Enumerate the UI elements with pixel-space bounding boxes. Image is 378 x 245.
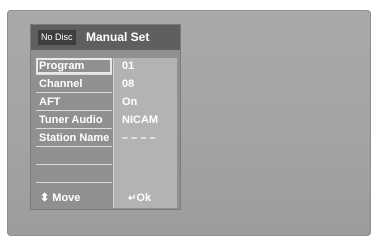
menu-item-empty-2 [36,166,112,183]
menu-header: No Disc Manual Set [31,25,180,50]
menu-title: Manual Set [86,30,150,44]
up-down-arrow-icon: ⬍ [40,192,50,204]
channel-value: 08 [122,78,135,90]
menu-body: Program Channel AFT Tuner Audio Station … [36,58,177,208]
menu-item-channel[interactable]: Channel [36,76,112,93]
aft-value: On [122,96,138,108]
values-panel: 01 08 On NICAM – – – – [113,58,177,208]
move-hint: ⬍ Move [40,191,80,205]
menu-item-program[interactable]: Program [36,58,112,75]
menu-labels: Program Channel AFT Tuner Audio Station … [36,58,112,189]
ok-label: Ok [136,192,152,204]
menu-item-station-name[interactable]: Station Name [36,130,112,147]
ok-hint: ↵Ok [128,191,151,206]
menu-item-tuner-audio[interactable]: Tuner Audio [36,112,112,129]
menu-item-empty-1 [36,148,112,165]
manual-set-menu: No Disc Manual Set Program Channel AFT T… [30,24,181,210]
menu-item-aft[interactable]: AFT [36,94,112,111]
move-label: Move [52,192,81,204]
station-name-value: – – – – [122,132,156,144]
program-value: 01 [122,60,135,72]
no-disc-badge: No Disc [38,30,76,45]
tuner-audio-value: NICAM [122,114,159,126]
